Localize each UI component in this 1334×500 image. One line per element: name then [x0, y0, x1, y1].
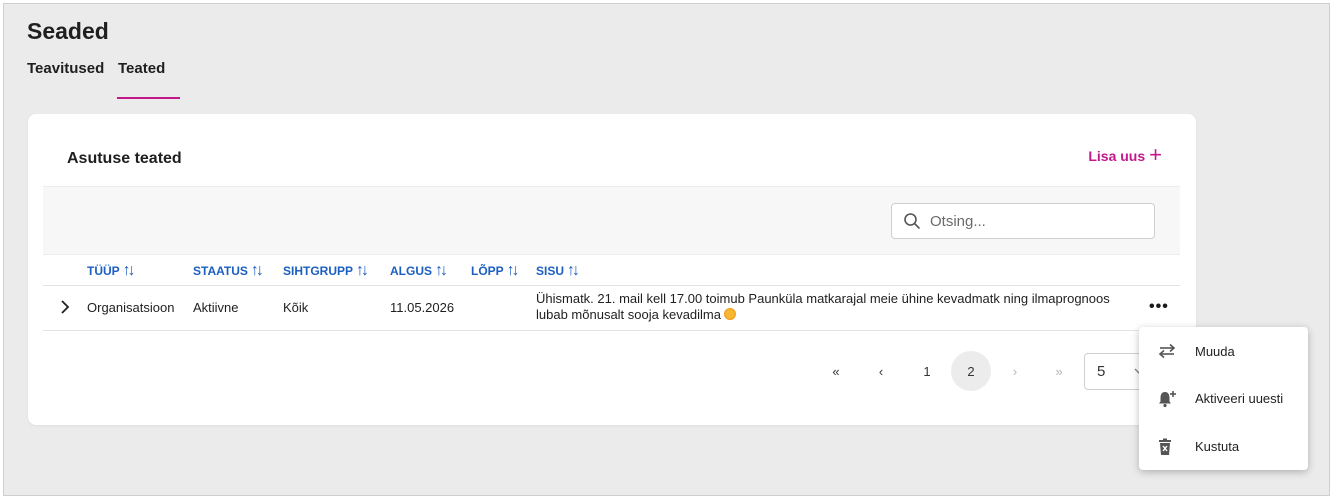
page-button-current[interactable]: 2	[951, 351, 991, 391]
previous-page-button[interactable]: ‹	[861, 351, 901, 391]
tab-teavitused[interactable]: Teavitused	[27, 60, 104, 77]
cell-type: Organisatsioon	[87, 300, 175, 315]
table-header: TÜÜP ↑↓ STAATUS ↑↓ SIHTGRUPP ↑↓ ALGUS ↑↓ LÕP…	[43, 255, 1180, 286]
menu-item-reactivate[interactable]: Aktiveeri uuesti	[1139, 378, 1308, 418]
tab-teated[interactable]: Teated	[118, 60, 165, 77]
filter-bar	[43, 186, 1180, 255]
add-new-button[interactable]: Lisa uus +	[1088, 142, 1162, 167]
column-header-end[interactable]: LÕPP ↑↓	[471, 262, 520, 279]
page-size-value: 5	[1097, 363, 1106, 380]
column-header-status[interactable]: STAATUS ↑↓	[193, 262, 264, 279]
sort-icon: ↑↓	[567, 262, 580, 279]
row-actions-menu: Muuda Aktiveeri uuesti Kustuta	[1139, 327, 1308, 470]
add-new-label: Lisa uus	[1088, 148, 1146, 164]
settings-page: Seaded Teavitused Teated Asutuse teated …	[3, 3, 1330, 496]
cell-status: Aktiivne	[193, 300, 239, 315]
table-row: Organisatsioon Aktiivne Kõik 11.05.2026 …	[43, 286, 1180, 331]
first-page-button[interactable]: «	[816, 351, 856, 391]
next-page-button[interactable]: ›	[995, 351, 1035, 391]
sort-icon: ↑↓	[506, 262, 520, 279]
bell-plus-icon	[1159, 391, 1176, 408]
column-header-content[interactable]: SISU ↑↓	[536, 262, 580, 279]
menu-item-delete[interactable]: Kustuta	[1139, 426, 1308, 466]
trash-icon	[1159, 438, 1171, 455]
card-title: Asutuse teated	[67, 150, 182, 167]
content-text: Ühismatk. 21. mail kell 17.00 toimub Pau…	[536, 291, 1110, 322]
menu-item-label: Muuda	[1195, 343, 1235, 359]
swap-arrows-icon	[1158, 343, 1176, 359]
column-header-type[interactable]: TÜÜP ↑↓	[87, 262, 136, 279]
sun-emoji-icon	[724, 308, 736, 320]
cell-content: Ühismatk. 21. mail kell 17.00 toimub Pau…	[536, 291, 1136, 323]
cell-start: 11.05.2026	[390, 300, 455, 315]
column-header-target[interactable]: SIHTGRUPP ↑↓	[283, 262, 369, 279]
pagination: « ‹ 1 2 › » 5	[28, 351, 1196, 391]
page-title: Seaded	[27, 18, 109, 44]
sort-icon: ↑↓	[356, 262, 369, 279]
plus-icon: +	[1149, 142, 1162, 167]
sort-icon: ↑↓	[435, 262, 448, 279]
chevron-right-icon[interactable]	[60, 299, 70, 315]
active-tab-indicator	[117, 97, 180, 99]
cell-target: Kõik	[283, 300, 309, 315]
sort-icon: ↑↓	[250, 262, 264, 279]
menu-item-label: Kustuta	[1195, 438, 1240, 454]
menu-item-edit[interactable]: Muuda	[1139, 331, 1308, 371]
notices-card: Asutuse teated Lisa uus + TÜÜP↑↓ STAATUS…	[28, 114, 1196, 425]
last-page-button[interactable]: »	[1039, 351, 1079, 391]
column-header-start[interactable]: ALGUS ↑↓	[390, 262, 448, 279]
page-button[interactable]: 1	[907, 351, 947, 391]
search-box[interactable]	[891, 203, 1155, 239]
search-icon	[904, 213, 920, 229]
more-actions-icon[interactable]: •••	[1149, 298, 1169, 316]
menu-item-label: Aktiveeri uuesti	[1195, 390, 1284, 406]
search-input[interactable]	[930, 212, 1130, 230]
sort-icon: ↑↓	[122, 262, 136, 279]
